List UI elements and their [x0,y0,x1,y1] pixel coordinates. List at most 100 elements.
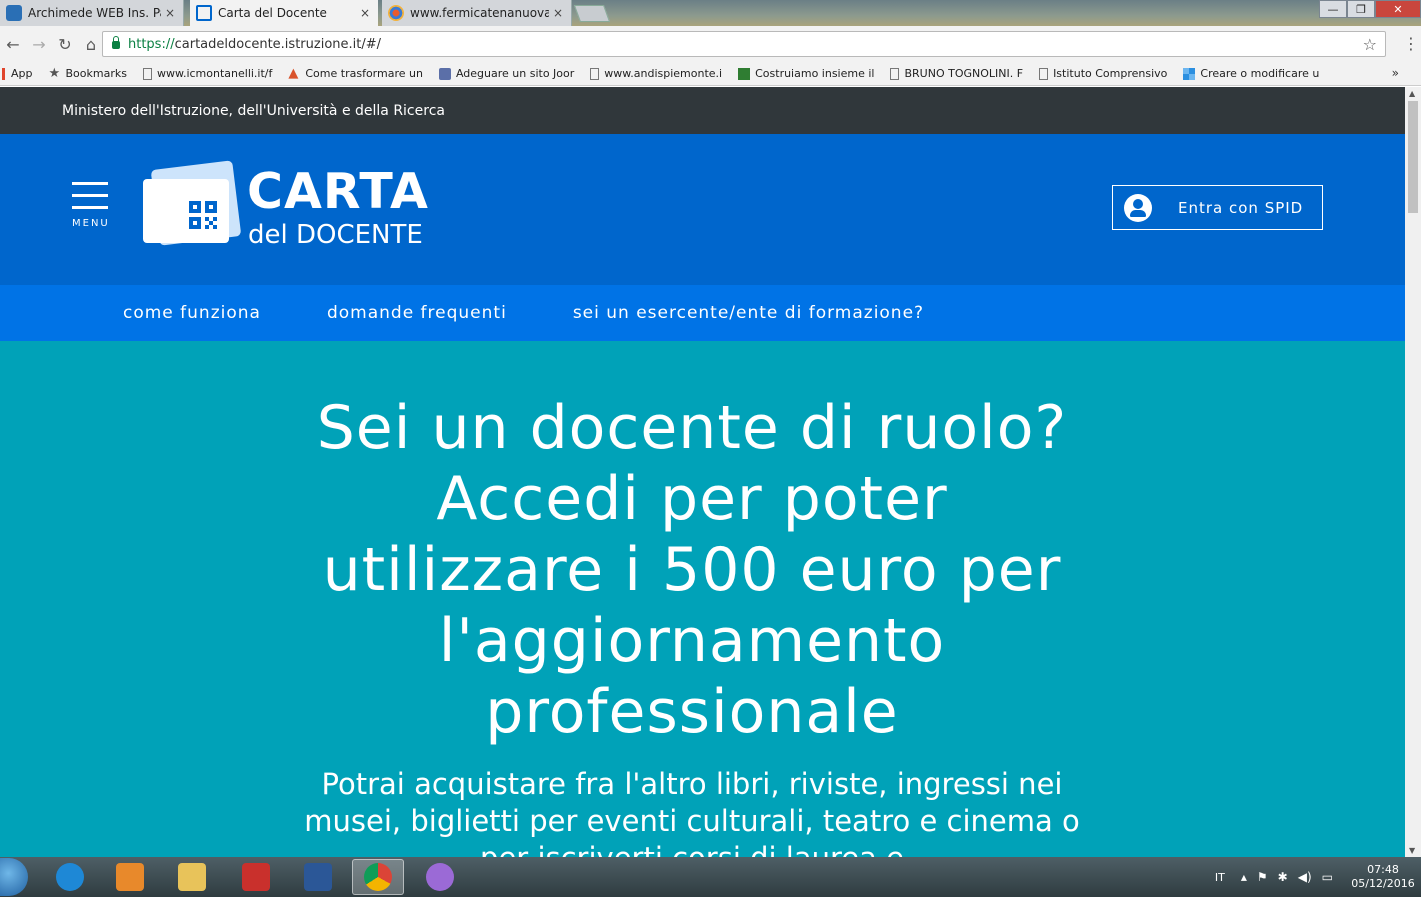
brand-title: CARTA [247,163,429,220]
taskbar-ie[interactable] [44,859,96,895]
page-icon [590,67,600,80]
address-bar[interactable]: https://cartadeldocente.istruzione.it/#/… [102,31,1386,57]
windows-taskbar: IT ▴ ⚑ ✱ ◀) ▭ 07:48 05/12/2016 [0,857,1421,897]
qr-code-icon [189,201,217,229]
taskbar-chrome[interactable] [352,859,404,895]
joomla-icon [438,67,451,80]
clock-time: 07:48 [1367,863,1399,876]
bookmark-item[interactable]: ▲ Come trasformare un [288,65,423,81]
page-icon [890,67,900,80]
vertical-scrollbar[interactable]: ▲ ▼ [1405,87,1421,857]
network-icon[interactable]: ▭ [1322,870,1333,884]
tab-strip: Archimede WEB Ins. Patr × Carta del Doce… [0,0,1421,26]
bookmark-item[interactable]: Creare o modificare u [1183,67,1319,80]
joomla-favicon-icon [388,5,404,21]
paint-icon [426,863,454,891]
bookmark-item[interactable]: www.icmontanelli.it/f [142,67,272,80]
nav-domande-frequenti[interactable]: domande frequenti [327,303,507,323]
hero-section: Sei un docente di ruolo? Accedi per pote… [0,341,1405,857]
reload-icon[interactable]: ↻ [52,35,78,54]
spid-login-button[interactable]: Entra con SPID [1112,185,1323,230]
browser-toolbar: ← → ↻ ⌂ https://cartadeldocente.istruzio… [0,26,1421,62]
site-header: MENU CARTA del DOCENTE Entra con SPID [0,134,1405,285]
browser-menu-icon[interactable]: ⋮ [1403,34,1419,53]
home-icon[interactable]: ⌂ [78,35,104,54]
window-controls: — ❐ ✕ [1319,0,1421,18]
back-arrow-icon[interactable]: ← [0,35,26,54]
page-favicon-icon [196,5,212,21]
bookmark-item[interactable]: Costruiamo insieme il [738,67,874,80]
start-button[interactable] [0,858,28,896]
tab-title: Archimede WEB Ins. Patr [28,6,161,20]
new-tab-button[interactable] [573,5,611,22]
show-hidden-icons-icon[interactable]: ▴ [1241,870,1247,884]
word-icon [304,863,332,891]
bookmark-item[interactable]: Adeguare un sito Joor [438,67,574,80]
ministry-bar: Ministero dell'Istruzione, dell'Universi… [0,87,1405,134]
clock[interactable]: 07:48 05/12/2016 [1351,863,1415,891]
bookmark-folder[interactable]: ★ Bookmarks [48,65,127,81]
bookmark-item[interactable]: www.andispiemonte.i [590,67,722,80]
media-player-icon [116,863,144,891]
close-window-button[interactable]: ✕ [1375,0,1421,18]
spid-label: Entra con SPID [1178,198,1304,217]
scroll-down-icon[interactable]: ▼ [1409,846,1415,855]
windows-icon [1183,67,1196,80]
clock-date: 05/12/2016 [1351,877,1415,890]
bookmark-item[interactable]: Istituto Comprensivo [1039,67,1167,80]
pdf-icon [242,863,270,891]
hamburger-icon [72,182,108,185]
system-tray: IT ▴ ⚑ ✱ ◀) ▭ 07:48 05/12/2016 [1215,857,1415,897]
nav-esercente[interactable]: sei un esercente/ente di formazione? [573,303,924,323]
file-explorer-icon [178,863,206,891]
forward-arrow-icon[interactable]: → [26,35,52,54]
tab-title: www.fermicatenanuova [410,6,549,20]
url-text[interactable]: https://cartadeldocente.istruzione.it/#/ [128,37,381,52]
ie-icon [56,863,84,891]
language-indicator[interactable]: IT [1215,871,1225,884]
more-bookmarks-icon[interactable]: » [1392,66,1399,80]
user-icon [1124,193,1152,222]
bookmark-apps[interactable]: App [2,67,33,80]
tab-carta-del-docente[interactable]: Carta del Docente × [190,0,378,26]
taskbar-paint[interactable] [414,859,466,895]
web-page: Ministero dell'Istruzione, dell'Universi… [0,87,1405,857]
ministry-name[interactable]: Ministero dell'Istruzione, dell'Universi… [62,103,445,119]
sub-navigation: come funziona domande frequenti sei un e… [0,285,1405,341]
secure-lock-icon [112,36,120,49]
bookmark-star-icon[interactable]: ☆ [1363,35,1377,54]
minimize-button[interactable]: — [1319,0,1347,18]
dropbox-icon[interactable]: ✱ [1278,870,1288,884]
taskbar-media-player[interactable] [104,859,156,895]
tab-fermicatenanuova[interactable]: www.fermicatenanuova × [382,0,572,26]
menu-button[interactable]: MENU [72,182,108,229]
hero-title: Sei un docente di ruolo? Accedi per pote… [316,393,1068,747]
brand-subtitle: del DOCENTE [248,220,423,250]
scrollbar-thumb[interactable] [1408,101,1418,213]
chrome-icon [364,863,392,891]
hero-text: Potrai acquistare fra l'altro libri, riv… [304,767,1080,857]
close-tab-icon[interactable]: × [165,6,175,20]
bookmark-item[interactable]: BRUNO TOGNOLINI. F [890,67,1023,80]
site-icon [738,67,751,80]
archimede-favicon-icon [6,5,22,21]
taskbar-file-explorer[interactable] [166,859,218,895]
page-icon [142,67,152,80]
flag-icon[interactable]: ⚑ [1257,870,1268,884]
page-icon [1039,67,1049,80]
taskbar-pdf[interactable] [230,859,282,895]
tab-title: Carta del Docente [218,6,327,20]
apps-icon [2,67,6,80]
close-tab-icon[interactable]: × [553,6,563,20]
adobe-icon: ▲ [288,65,299,81]
nav-come-funziona[interactable]: come funziona [123,303,261,323]
maximize-button[interactable]: ❐ [1347,0,1375,18]
tab-archimede[interactable]: Archimede WEB Ins. Patr × [0,0,184,26]
taskbar-word[interactable] [292,859,344,895]
bookmarks-bar: App ★ Bookmarks www.icmontanelli.it/f ▲ … [0,62,1421,86]
star-icon: ★ [48,65,61,81]
close-tab-icon[interactable]: × [360,6,370,20]
menu-label: MENU [72,218,110,229]
volume-icon[interactable]: ◀) [1298,870,1312,884]
scroll-up-icon[interactable]: ▲ [1409,89,1415,98]
